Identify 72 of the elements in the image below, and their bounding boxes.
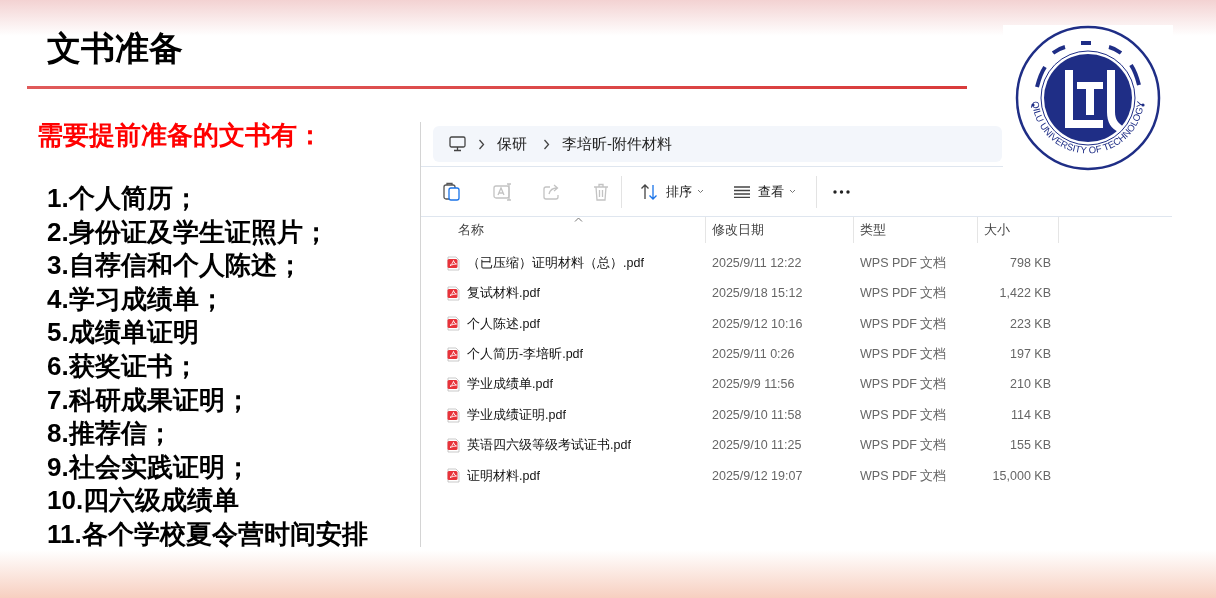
pdf-file-icon [447, 468, 460, 484]
list-item: 2.身份证及学生证照片； [47, 216, 329, 247]
list-item: 6.获奖证书； [47, 350, 199, 381]
file-size: 1,422 KB [999, 286, 1051, 301]
list-item: 10.四六级成绩单 [47, 485, 240, 516]
file-name[interactable]: 学业成绩单.pdf [467, 375, 553, 395]
pdf-file-icon [447, 438, 460, 454]
file-type: WPS PDF 文档 [860, 377, 947, 392]
sort-ascending-icon [574, 217, 583, 222]
modified-date: 2025/9/9 11:56 [712, 377, 795, 392]
list-item: 9.社会实践证明； [47, 451, 251, 482]
file-type: WPS PDF 文档 [860, 255, 947, 270]
modified-date: 2025/9/10 11:58 [712, 407, 802, 422]
file-type: WPS PDF 文档 [860, 316, 947, 331]
more-icon[interactable] [833, 189, 850, 194]
list-item: 7.科研成果证明； [47, 384, 251, 415]
file-size: 155 KB [1010, 438, 1051, 453]
file-name[interactable]: 个人陈述.pdf [467, 314, 540, 334]
file-size: 114 KB [1010, 407, 1051, 422]
column-header[interactable]: 类型 [860, 220, 886, 240]
modified-date: 2025/9/11 0:26 [712, 347, 795, 361]
column-header[interactable]: 大小 [984, 220, 1010, 240]
pdf-file-icon [447, 286, 460, 302]
modified-date: 2025/9/11 12:22 [712, 255, 802, 270]
pdf-file-icon [447, 377, 460, 393]
column-header[interactable]: 名称 [458, 220, 484, 240]
clipboard-icon[interactable] [443, 182, 461, 201]
address-bar[interactable]: 保研 李培昕-附件材料 [433, 126, 1002, 162]
chevron-right-icon [543, 138, 550, 150]
file-type: WPS PDF 文档 [860, 407, 947, 422]
file-name[interactable]: 学业成绩证明.pdf [467, 405, 566, 425]
file-name[interactable]: （已压缩）证明材料（总）.pdf [467, 253, 644, 273]
list-item: 5.成绩单证明 [47, 317, 199, 348]
modified-date: 2025/9/10 11:25 [712, 438, 802, 453]
file-name[interactable]: 英语四六级等级考试证书.pdf [467, 436, 631, 455]
sort-icon [640, 183, 658, 200]
breadcrumb-item[interactable]: 李培昕-附件材料 [562, 132, 672, 156]
file-type: WPS PDF 文档 [860, 286, 947, 301]
file-size: 210 KB [1010, 377, 1051, 392]
caret-down-icon [789, 189, 796, 194]
caret-down-icon [697, 189, 704, 194]
column-header[interactable]: 修改日期 [712, 220, 764, 240]
list-item: 1.个人简历； [47, 183, 199, 213]
pdf-file-icon [447, 316, 460, 332]
modified-date: 2025/9/12 10:16 [712, 316, 803, 331]
slide-title: 文书准备 [47, 28, 183, 69]
breadcrumb-item[interactable]: 保研 [497, 132, 527, 156]
file-type: WPS PDF 文档 [860, 468, 947, 483]
file-size: 197 KB [1010, 347, 1051, 361]
file-name[interactable]: 证明材料.pdf [467, 466, 540, 486]
list-view-icon [734, 185, 750, 198]
pdf-file-icon [447, 407, 460, 423]
file-size: 15,000 KB [992, 468, 1051, 483]
file-type: WPS PDF 文档 [860, 438, 947, 453]
file-size: 798 KB [1010, 255, 1051, 270]
pdf-file-icon [447, 346, 460, 362]
pdf-file-icon [447, 255, 460, 271]
list-item: 4.学习成绩单； [47, 283, 225, 314]
list-item: 11.各个学校夏令营时间安排 [47, 518, 368, 549]
file-type: WPS PDF 文档 [860, 347, 947, 361]
list-item: 8.推荐信； [47, 418, 173, 449]
computer-icon [449, 136, 466, 152]
chevron-right-icon [478, 138, 485, 150]
file-name[interactable]: 复试材料.pdf [467, 284, 540, 303]
view-button[interactable]: 查看 [728, 175, 802, 208]
subtitle: 需要提前准备的文书有： [37, 120, 323, 150]
modified-date: 2025/9/18 15:12 [712, 286, 803, 301]
sort-button[interactable]: 排序 [634, 175, 710, 208]
file-size: 223 KB [1010, 316, 1051, 331]
file-name[interactable]: 个人简历-李培昕.pdf [467, 345, 583, 364]
list-item: 3.自荐信和个人陈述； [47, 250, 303, 281]
modified-date: 2025/9/12 19:07 [712, 468, 803, 483]
